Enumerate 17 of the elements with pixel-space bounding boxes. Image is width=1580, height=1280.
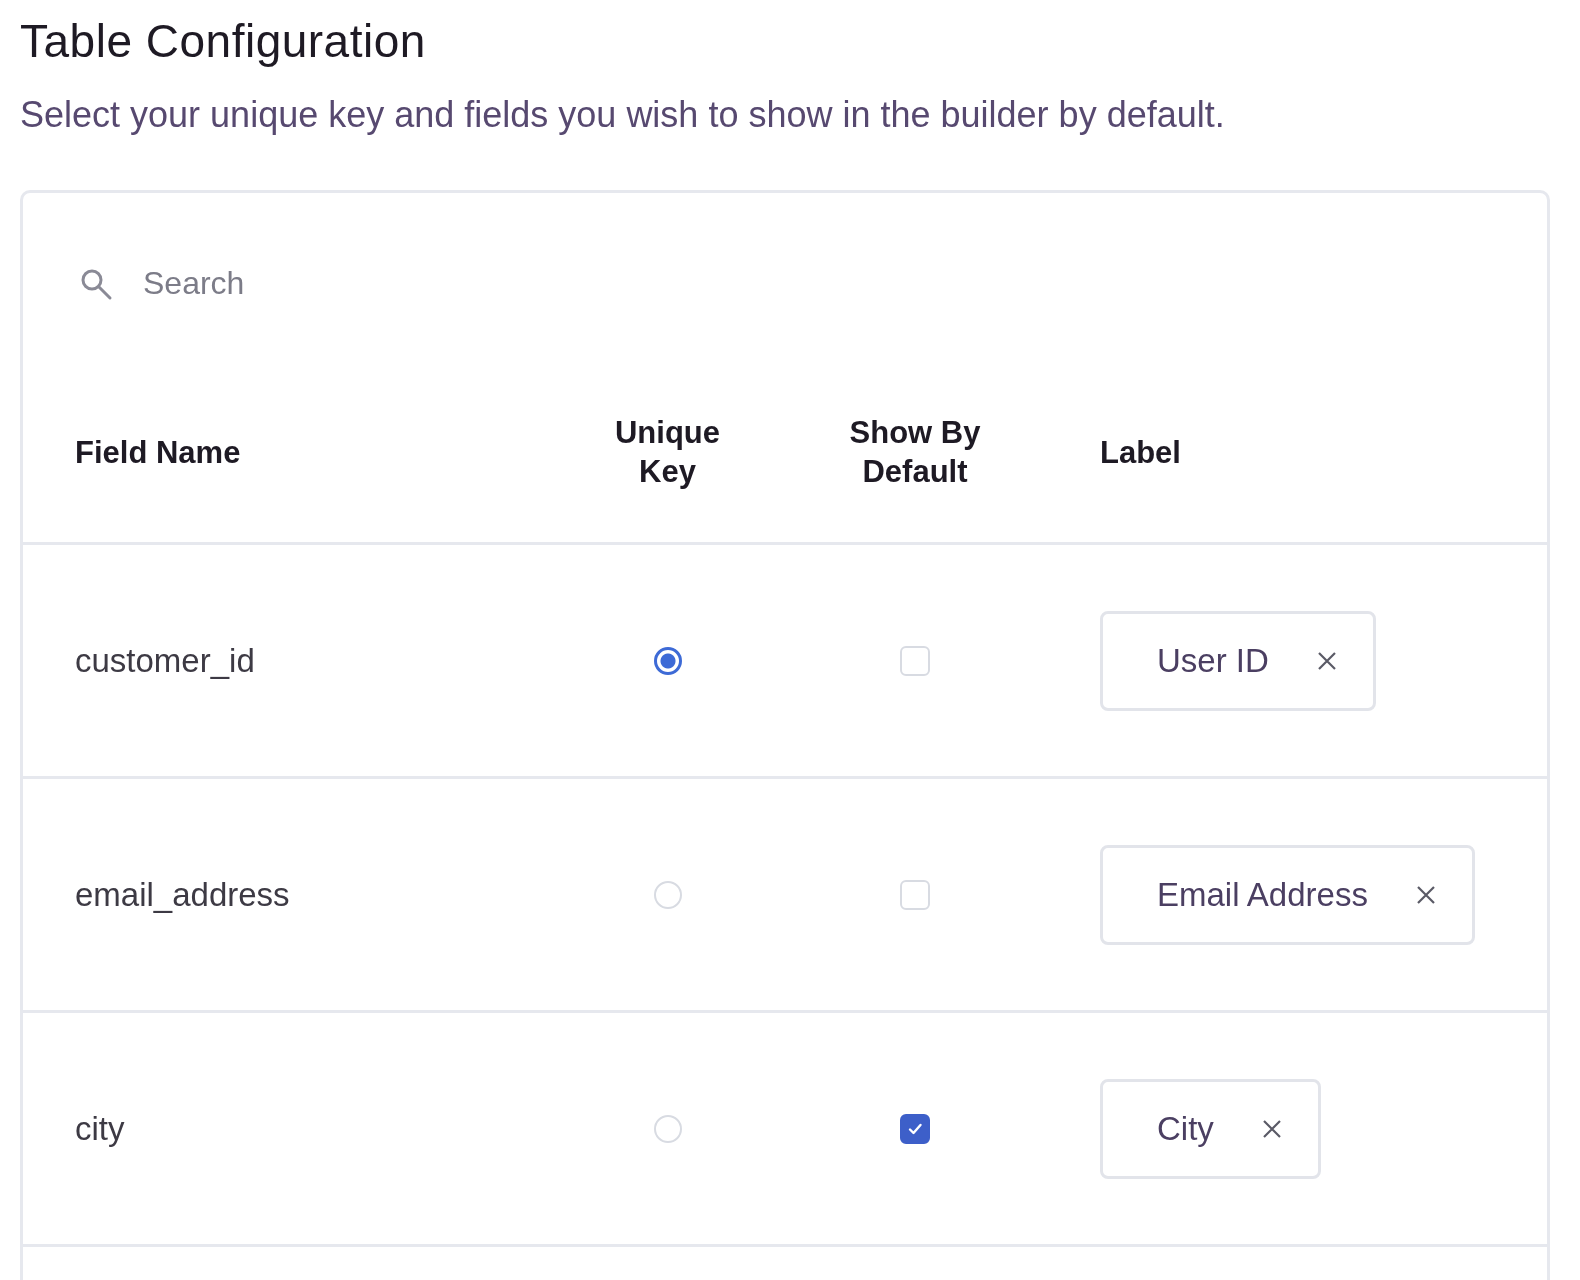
page-title: Table Configuration [20, 14, 426, 68]
column-header: Field Name [75, 435, 241, 471]
field-name: email_address [75, 875, 290, 913]
field-name: city [75, 1109, 125, 1147]
clear-icon[interactable] [1415, 884, 1436, 905]
column-header: Label [1100, 435, 1181, 471]
field-name: customer_id [75, 641, 255, 679]
unique-key-radio[interactable] [653, 646, 682, 675]
column-header: Unique Key [613, 414, 722, 491]
label-field[interactable]: User ID [1100, 610, 1376, 711]
page-subtitle: Select your unique key and fields you wish to show in the builder by default. [20, 94, 1225, 136]
label-field[interactable]: City [1100, 1078, 1321, 1179]
clear-icon[interactable] [1261, 1118, 1282, 1139]
show-by-default-checkbox[interactable] [900, 1113, 930, 1144]
clear-icon[interactable] [1316, 650, 1337, 671]
label-field[interactable]: Email Address [1100, 844, 1475, 945]
column-header: Show By Default [848, 414, 982, 491]
